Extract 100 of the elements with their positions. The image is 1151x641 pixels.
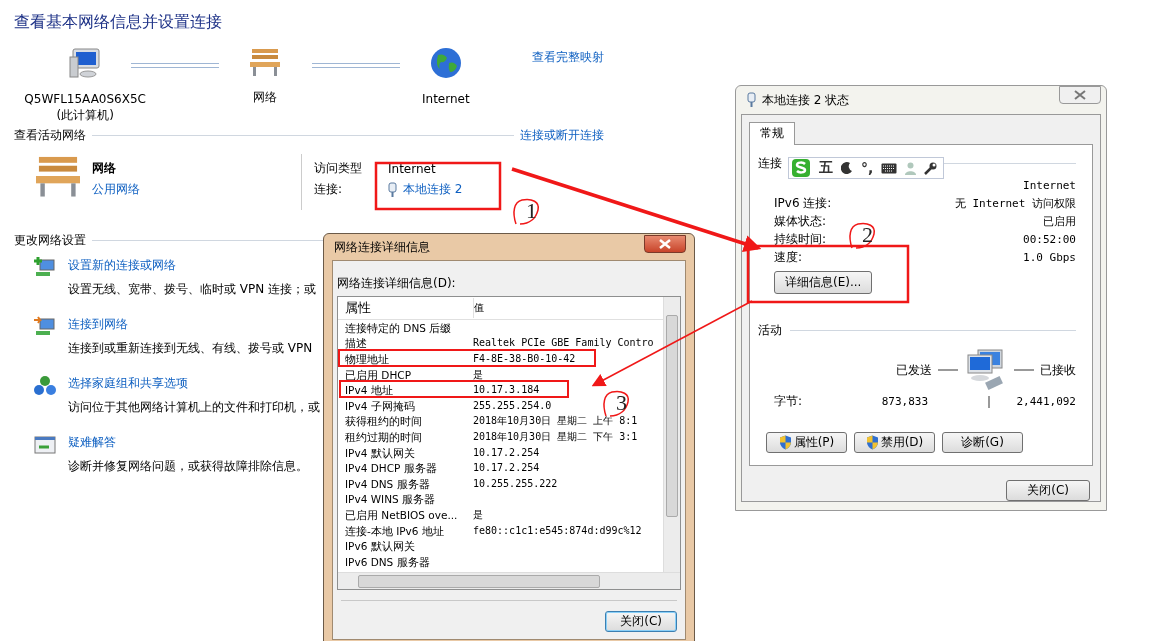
network-plus-icon (34, 257, 56, 279)
section-title: 活动 (758, 322, 782, 339)
value-cell: 10.17.2.254 (473, 446, 540, 459)
access-type-label: 访问类型 (314, 160, 363, 177)
property-cell-text: 描述 (344, 337, 368, 350)
plug-icon (388, 181, 397, 198)
node-label: 网络 (253, 89, 278, 105)
section-title: 查看活动网络 (14, 127, 86, 144)
tab[interactable]: 常规 (749, 122, 795, 145)
connect-disconnect-link[interactable]: 连接或断开连接 (520, 127, 604, 144)
property-cell-text: IPv4 WINS 服务器 (344, 493, 436, 506)
property-cell-text: IPv4 DHCP 服务器 (344, 462, 438, 475)
field-label: 持续时间: (774, 230, 827, 248)
task-link[interactable]: 设置新的连接或网络 (68, 257, 317, 274)
dialog-title: 本地连接 2 状态 (762, 91, 850, 109)
field-value: Internet (1023, 178, 1076, 192)
value-cell: 2018年10月30日 星期二 上午 8:1 (473, 415, 638, 428)
handwritten-number: 1 (513, 198, 540, 225)
value-cell: 是 (473, 508, 483, 521)
plug-icon (747, 92, 756, 108)
value-cell: fe80::c1c1:e545:874d:d99c%12 (473, 524, 642, 537)
section-title: 更改网络设置 (14, 232, 86, 249)
value-cell: 10.17.2.254 (473, 462, 540, 475)
field-value: 00:52:00 (1023, 232, 1076, 246)
value-cell: 是 (473, 368, 483, 381)
value-cell: 10.255.255.222 (473, 477, 558, 490)
action-button[interactable]: 禁用(D) (854, 432, 935, 453)
handwritten-number: 3 (603, 390, 630, 417)
value-cell: F4-8E-38-B0-10-42 (473, 353, 576, 365)
node-label: Q5WFL15AA0S6X5C (24, 91, 146, 107)
property-cell-text: 已启用 NetBIOS ove... (344, 508, 459, 521)
shield-icon (778, 435, 792, 450)
globe-icon (429, 47, 462, 79)
local-connection-link[interactable]: 本地连接 2 (403, 181, 463, 198)
punctuation-mode[interactable]: °, (861, 160, 874, 176)
property-cell-text: 租约过期的时间 (344, 430, 423, 443)
close-icon (1074, 90, 1086, 100)
property-cell-text: IPv4 默认网关 (344, 446, 416, 459)
network-connect-icon (34, 316, 56, 338)
moon-icon[interactable] (841, 162, 853, 174)
value-cell: Realtek PCIe GBE Family Contro (473, 337, 654, 350)
wrench-icon[interactable] (924, 161, 938, 175)
task-description: 连接到或重新连接到无线、有线、拨号或 VPN (68, 340, 313, 357)
horizontal-scrollbar[interactable] (338, 572, 680, 589)
action-button[interactable]: 属性(P) (766, 432, 847, 453)
field-label: 媒体状态: (774, 212, 827, 230)
property-cell-text: IPv6 DNS 服务器 (344, 555, 431, 568)
vertical-scrollbar[interactable] (663, 297, 680, 572)
list-label: 网络连接详细信息(D): (337, 275, 457, 292)
close-button[interactable]: 关闭(C) (1006, 480, 1090, 501)
bytes-label: 字节: (774, 393, 804, 410)
homegroup-icon (34, 375, 56, 397)
network-type-link[interactable]: 公用网络 (92, 181, 140, 198)
field-value: 无 Internet 访问权限 (954, 195, 1076, 211)
handwritten-number: 2 (849, 222, 876, 249)
section-title: 连接 (758, 155, 782, 172)
property-cell-text: 获得租约的时间 (344, 415, 423, 428)
task-link[interactable]: 疑难解答 (68, 434, 308, 451)
property-cell-text: IPv4 地址 (344, 384, 394, 397)
troubleshoot-icon (34, 434, 56, 456)
network-name: 网络 (92, 160, 117, 177)
input-mode[interactable]: 五 (819, 159, 833, 177)
property-cell-text: 物理地址 (344, 353, 390, 365)
shield-icon (865, 435, 879, 450)
field-value: 已启用 (1043, 213, 1076, 229)
close-button[interactable]: 关闭(C) (605, 611, 677, 632)
computer-icon (68, 47, 103, 79)
property-cell-text: IPv4 子网掩码 (344, 399, 416, 412)
close-button[interactable] (644, 235, 686, 253)
details-button[interactable]: 详细信息(E)... (774, 271, 873, 294)
property-cell-text: IPv6 默认网关 (344, 540, 416, 553)
field-label: 速度: (774, 248, 803, 266)
property-cell-text: 已启用 DHCP (344, 368, 412, 381)
task-link[interactable]: 连接到网络 (68, 316, 313, 333)
dialog-title: 网络连接详细信息 (334, 238, 430, 256)
close-button[interactable] (1059, 86, 1101, 104)
view-full-map-link[interactable]: 查看完整映射 (532, 49, 604, 66)
logo-icon[interactable] (791, 158, 811, 178)
access-type-value: Internet (388, 161, 436, 176)
node-label: Internet (422, 91, 470, 107)
bench-icon (248, 47, 283, 77)
node-sublabel: (此计算机) (56, 107, 114, 123)
close-icon (659, 239, 671, 249)
sent-label: 已发送 (896, 361, 932, 379)
task-description: 设置无线、宽带、拨号、临时或 VPN 连接；或 (68, 281, 317, 298)
field-value: 1.0 Gbps (1023, 250, 1076, 264)
bytes-sent: 873,833 (880, 395, 928, 408)
column-header[interactable]: 属性 (338, 298, 474, 318)
connection-label: 连接: (314, 181, 344, 198)
task-description: 访问位于其他网络计算机上的文件和打印机，或 (68, 399, 320, 416)
action-button[interactable]: 诊断(G) (942, 432, 1023, 453)
value-cell: 255.255.254.0 (473, 399, 552, 412)
task-link[interactable]: 选择家庭组和共享选项 (68, 375, 320, 392)
property-cell-text: 连接-本地 IPv6 地址 (344, 524, 445, 537)
property-cell-text: 连接特定的 DNS 后缀 (344, 321, 453, 334)
keyboard-icon[interactable] (881, 162, 898, 174)
column-header[interactable]: 值 (474, 301, 484, 315)
bytes-received: 2,441,092 (1016, 395, 1076, 408)
value-cell: 10.17.3.184 (473, 384, 540, 397)
received-label: 已接收 (1040, 361, 1076, 379)
